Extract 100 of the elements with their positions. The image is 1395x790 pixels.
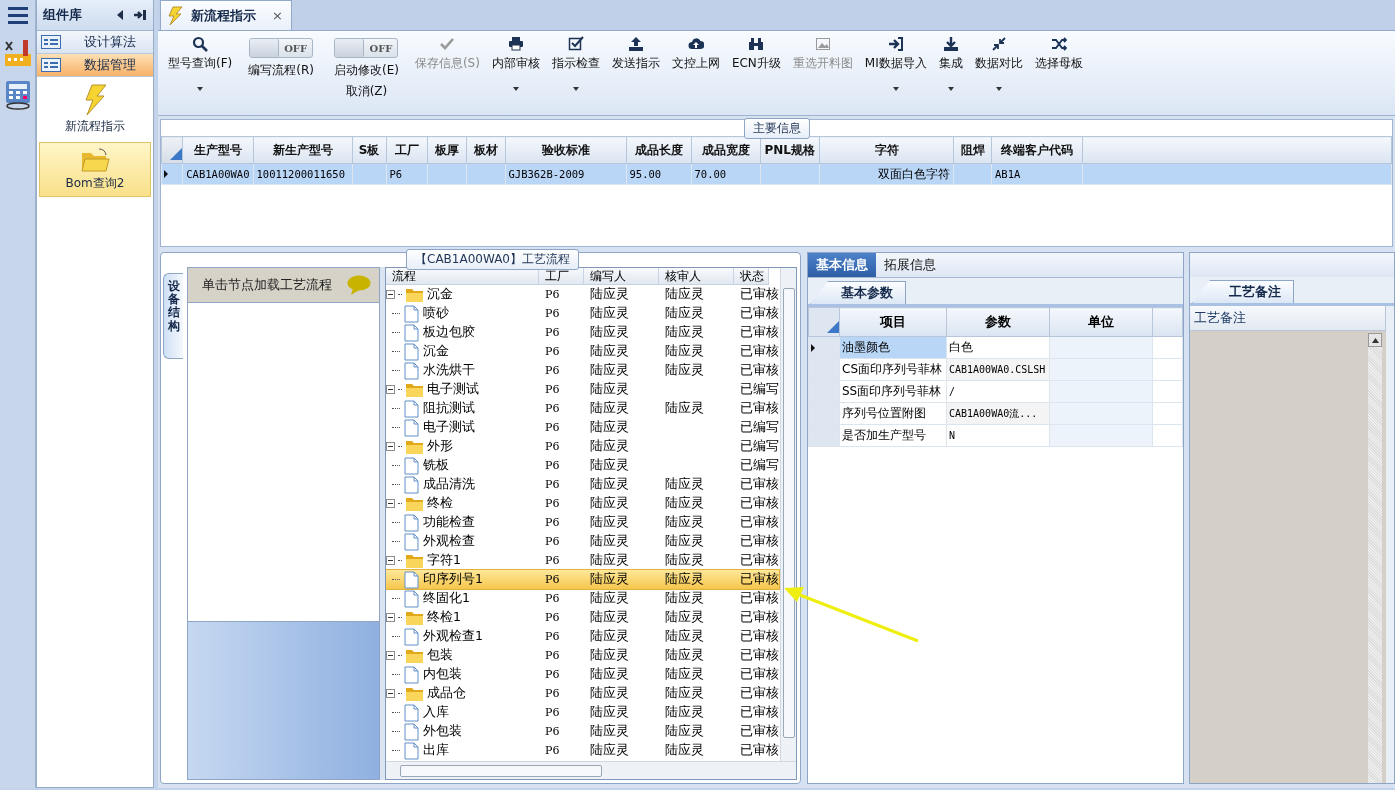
vertical-scrollbar[interactable] [780, 268, 796, 762]
tree-row[interactable]: 外形 P6 陆应灵 已编写 [386, 437, 779, 456]
tab[interactable]: 拓展信息 [876, 253, 944, 277]
nav-group[interactable]: 数据管理 [37, 54, 153, 77]
tree-row[interactable]: 终固化1 P6 陆应灵 陆应灵 已审核 [386, 589, 779, 608]
toggle-switch[interactable]: OFF 编写流程(R) [240, 34, 322, 83]
table-cell[interactable]: CS面印序列号菲林 [839, 358, 947, 381]
toolbar-button[interactable]: 型号查询(F) [164, 34, 237, 96]
table-cell-text: 已审核 [739, 400, 779, 417]
toolbar-button[interactable]: 指示检查 [547, 34, 604, 96]
toggle-switch[interactable]: OFF 启动修改(E) 取消(Z) [325, 34, 407, 104]
column-header[interactable]: 状态 [734, 268, 769, 285]
column-header[interactable]: 板材 [466, 136, 505, 164]
table-cell-text: 已审核 [739, 590, 779, 607]
tree-row[interactable]: 水洗烘干 P6 陆应灵 陆应灵 已审核 [386, 361, 779, 380]
module-tile[interactable]: Bom查询2 [39, 142, 151, 197]
tab[interactable]: 基本参数 [810, 281, 906, 304]
collapse-icon[interactable] [386, 613, 395, 622]
column-header[interactable]: 终端客户代码 [991, 136, 1083, 164]
toolbar-button[interactable]: 集成 [934, 34, 967, 96]
module-tile[interactable]: 新流程指示 [39, 79, 151, 140]
column-header[interactable]: 编写人 [584, 268, 659, 285]
collapse-icon[interactable] [386, 290, 395, 299]
tree-row[interactable]: 终检1 P6 陆应灵 陆应灵 已审核 [386, 608, 779, 627]
tree-row[interactable]: 电子测试 P6 陆应灵 已编写 [386, 418, 779, 437]
check-icon [439, 36, 456, 52]
lightning-icon [167, 5, 183, 26]
tree-row[interactable]: 外观检查1 P6 陆应灵 陆应灵 已审核 [386, 627, 779, 646]
column-header[interactable]: S板 [352, 136, 386, 164]
column-header[interactable]: 字符 [819, 136, 954, 164]
tree-row[interactable]: 内包装 P6 陆应灵 陆应灵 已审核 [386, 665, 779, 684]
table-cell-text: P6 [544, 535, 561, 548]
horizontal-scrollbar[interactable] [386, 761, 796, 779]
tree-row[interactable]: 阻抗测试 P6 陆应灵 陆应灵 已审核 [386, 399, 779, 418]
tree-row[interactable]: 外包装 P6 陆应灵 陆应灵 已审核 [386, 722, 779, 741]
collapse-icon[interactable] [386, 442, 395, 451]
table-cell[interactable]: 是否加生产型号 [839, 424, 947, 447]
column-header[interactable]: 成品长度 [626, 136, 691, 164]
column-header[interactable]: 核审人 [659, 268, 734, 285]
collapse-icon[interactable] [386, 556, 395, 565]
tree-row[interactable]: 成品仓 P6 陆应灵 陆应灵 已审核 [386, 684, 779, 703]
tree-row[interactable]: 喷砂 P6 陆应灵 陆应灵 已审核 [386, 304, 779, 323]
tree-row[interactable]: 板边包胶 P6 陆应灵 陆应灵 已审核 [386, 323, 779, 342]
tree-row[interactable]: 沉金 P6 陆应灵 陆应灵 已审核 [386, 285, 779, 304]
column-header[interactable]: 项目 [839, 307, 947, 337]
column-header[interactable]: 新生产型号 [253, 136, 352, 164]
tree-row[interactable]: 字符1 P6 陆应灵 陆应灵 已审核 [386, 551, 779, 570]
close-button[interactable]: × [272, 8, 283, 23]
tree-row[interactable]: 沉金 P6 陆应灵 陆应灵 已审核 [386, 342, 779, 361]
tree-row[interactable]: 铣板 P6 陆应灵 已编写 [386, 456, 779, 475]
calculator-icon [4, 80, 31, 110]
toolbar-button[interactable]: MI数据导入 [860, 34, 931, 96]
toolbar-button[interactable]: 数据对比 [970, 34, 1027, 96]
toolbar-button[interactable]: 文控上网 [667, 34, 724, 74]
collapse-icon[interactable] [386, 385, 395, 394]
tree-row[interactable]: 印序列号1 P6 陆应灵 陆应灵 已审核 [386, 570, 779, 589]
tree-row[interactable]: 包装 P6 陆应灵 陆应灵 已审核 [386, 646, 779, 665]
document-tab[interactable]: 新流程指示 × [160, 0, 292, 30]
tab[interactable]: 工艺备注 [1192, 280, 1294, 303]
tree-row[interactable]: 外观检查 P6 陆应灵 陆应灵 已审核 [386, 532, 779, 551]
node-label: 外观检查1 [423, 628, 483, 645]
node-label: 阻抗测试 [423, 400, 475, 417]
column-header[interactable]: 阻焊 [953, 136, 992, 164]
node-label: 铣板 [423, 457, 449, 474]
tree-row[interactable]: 电子测试 P6 陆应灵 已编写 [386, 380, 779, 399]
table-cell[interactable]: 序列号位置附图 [839, 402, 947, 425]
toolbar-button[interactable]: 内部审核 [487, 34, 544, 96]
upload-icon [627, 36, 644, 52]
tree-row[interactable]: 终检 P6 陆应灵 陆应灵 已审核 [386, 494, 779, 513]
tree-row[interactable]: 成品清洗 P6 陆应灵 陆应灵 已审核 [386, 475, 779, 494]
image-icon [814, 36, 831, 52]
folder-icon [405, 381, 424, 398]
column-header[interactable]: 生产型号 [182, 136, 253, 164]
tree-row[interactable]: 功能检查 P6 陆应灵 陆应灵 已审核 [386, 513, 779, 532]
tree-row[interactable]: 出库 P6 陆应灵 陆应灵 已审核 [386, 741, 779, 760]
column-header[interactable]: 成品宽度 [691, 136, 760, 164]
column-header[interactable]: 工厂 [386, 136, 427, 164]
document-icon [403, 703, 420, 722]
table-cell[interactable]: SS面印序列号菲林 [839, 380, 947, 403]
table-cell-text: 已审核 [739, 343, 779, 360]
collapse-icon[interactable] [386, 499, 395, 508]
column-header[interactable]: 验收标准 [505, 136, 626, 164]
table-cell: / [946, 380, 1050, 403]
table-row[interactable]: CAB1A00WA0 10011200011650 P6 GJB362B-2009 95.00 70.00 双面白色字符 AB1A [161, 163, 1392, 185]
vertical-scrollbar[interactable] [1368, 333, 1382, 783]
table-cell-text: 陆应灵 [664, 362, 705, 379]
column-header[interactable]: 板厚 [427, 136, 466, 164]
collapse-icon[interactable] [386, 651, 395, 660]
tree-row[interactable]: 入库 P6 陆应灵 陆应灵 已审核 [386, 703, 779, 722]
tab[interactable]: 基本信息 [808, 253, 876, 277]
toolbar-button[interactable]: ECN升级 [727, 34, 785, 74]
toolbar-button[interactable]: 选择母板 [1030, 34, 1087, 74]
nav-group[interactable]: 设计算法 [37, 31, 153, 54]
table-cell-text: P6 [544, 288, 561, 301]
collapse-icon[interactable] [386, 689, 395, 698]
column-header[interactable]: 单位 [1049, 307, 1153, 337]
side-tab[interactable]: 设备结构 [163, 273, 183, 359]
column-header[interactable]: 参数 [946, 307, 1050, 337]
column-header[interactable]: 工艺备注 [1190, 306, 1386, 331]
toolbar-button[interactable]: 发送指示 [607, 34, 664, 74]
